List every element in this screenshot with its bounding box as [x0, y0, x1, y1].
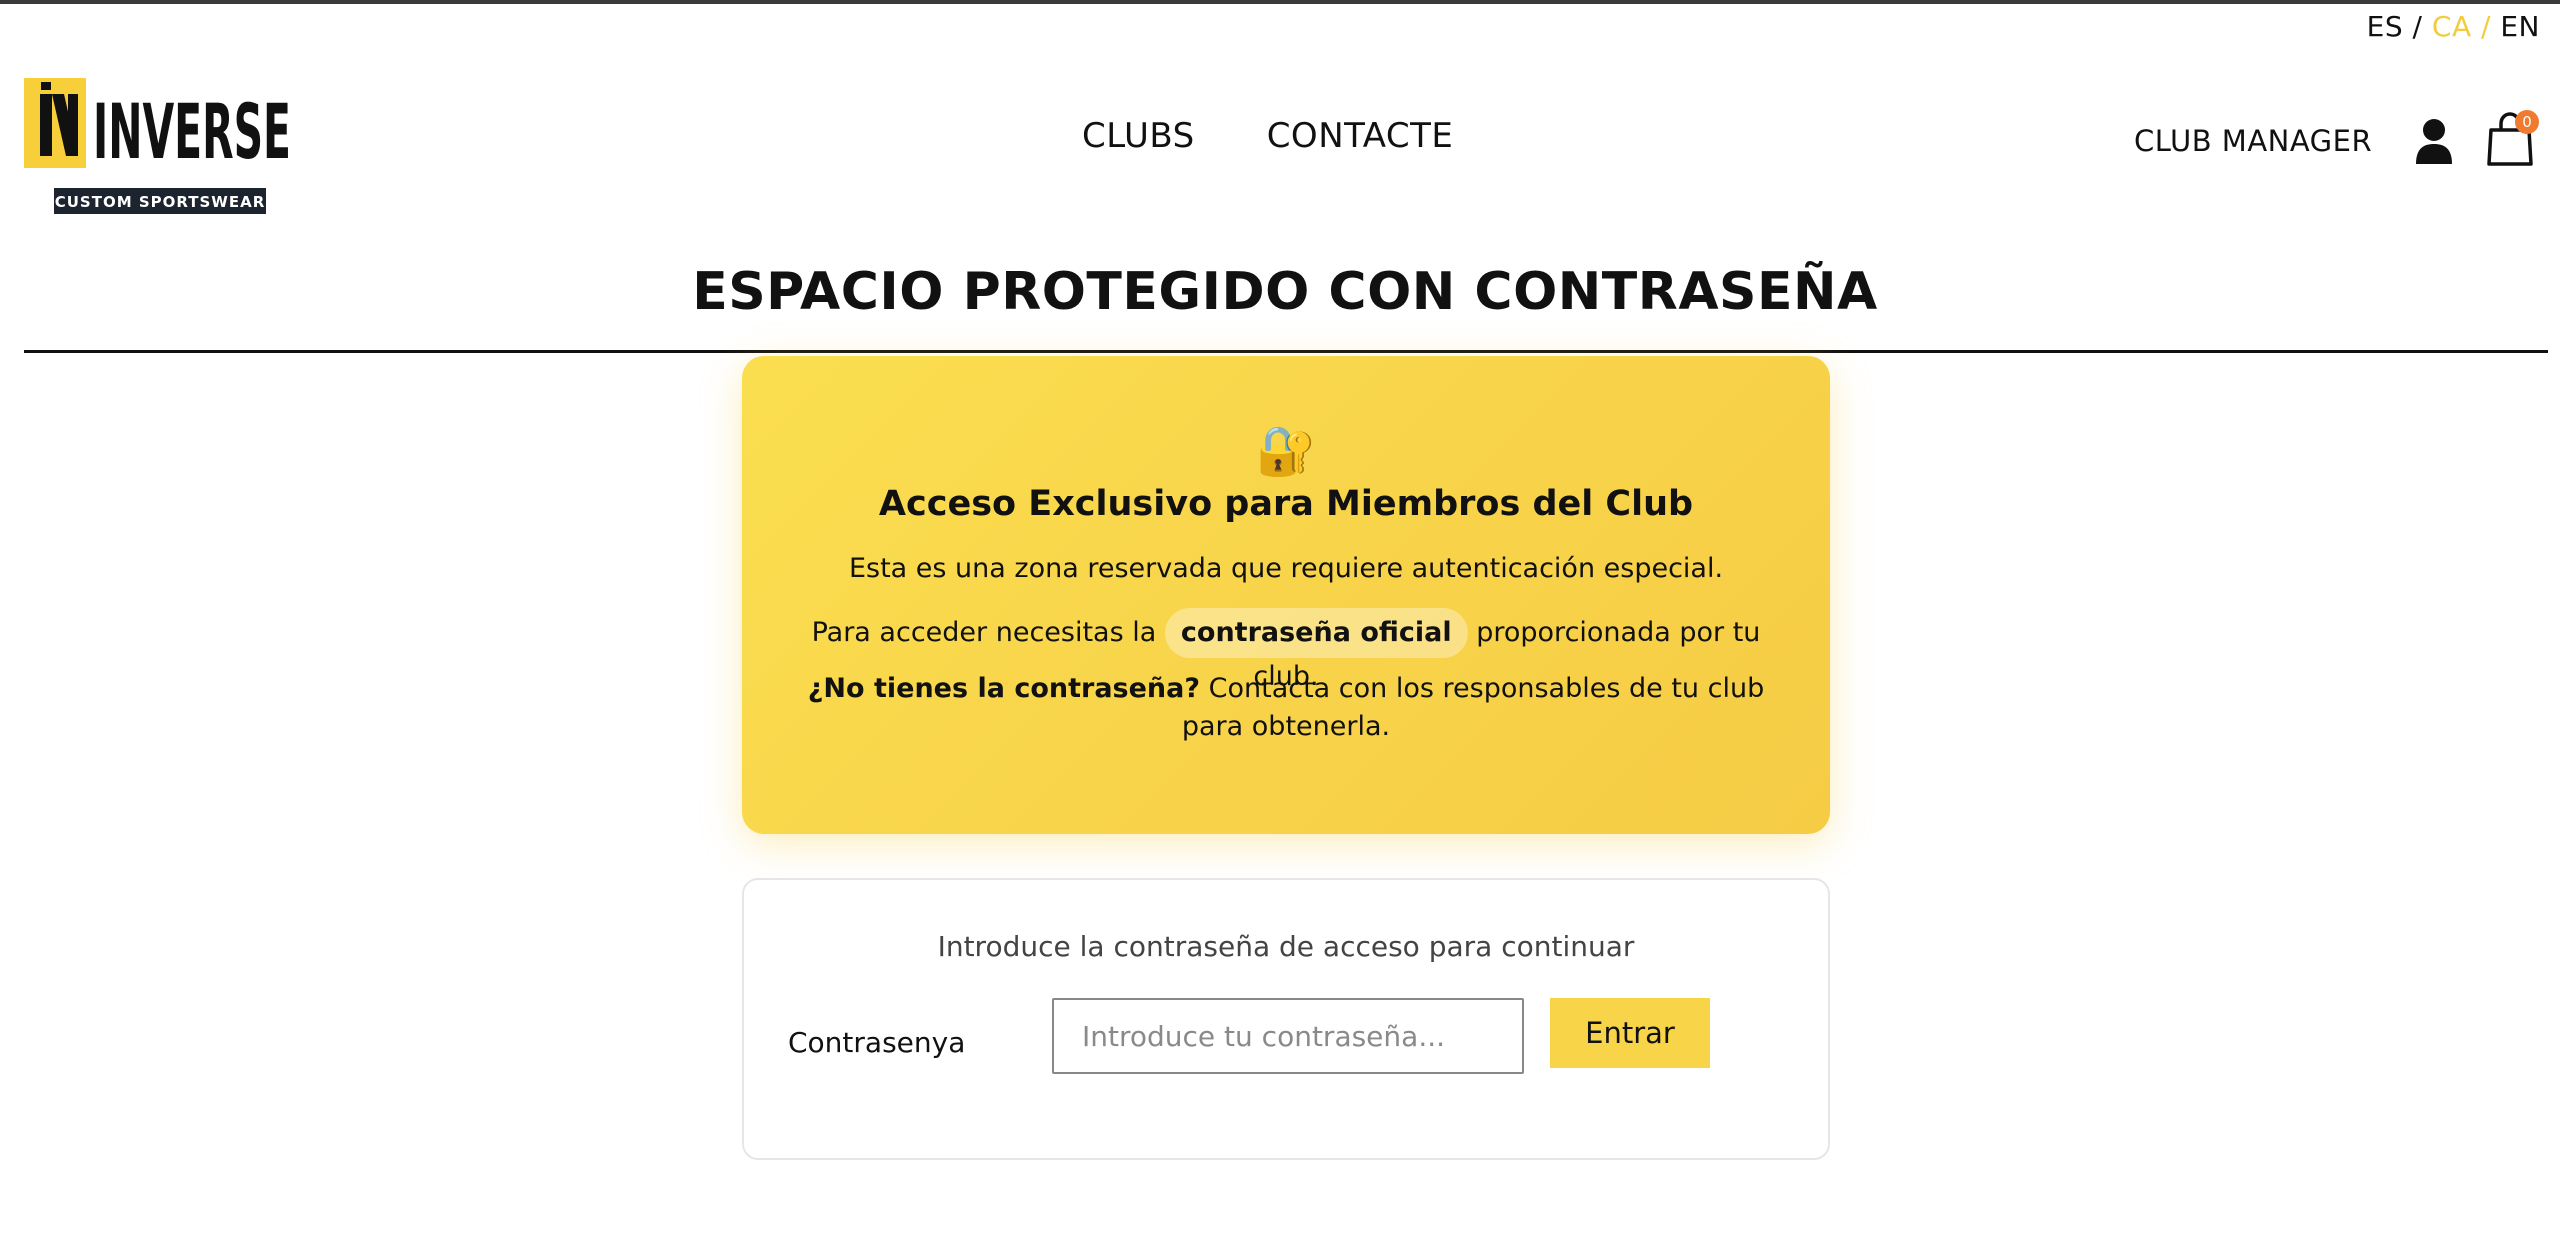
- password-form-hint: Introduce la contraseña de acceso para c…: [937, 930, 1635, 963]
- notice-line-2-start: Para acceder necesitas la: [811, 617, 1157, 648]
- enter-button[interactable]: Entrar: [1550, 998, 1710, 1068]
- language-switcher: ES / CA / EN: [2367, 10, 2540, 43]
- logo-wordmark: INVERSE: [93, 87, 291, 176]
- main-nav: CLUBS CONTACTE: [1082, 116, 1453, 156]
- password-label: Contrasenya: [788, 1026, 966, 1059]
- lang-separator: /: [2481, 10, 2491, 43]
- nav-clubs[interactable]: CLUBS: [1082, 116, 1195, 156]
- logo-tagline: CUSTOM SPORTSWEAR: [55, 193, 266, 211]
- lang-ca[interactable]: CA: [2432, 10, 2472, 43]
- official-password-highlight: contraseña oficial: [1164, 608, 1468, 658]
- lang-separator: /: [2412, 10, 2423, 43]
- lang-en[interactable]: EN: [2500, 10, 2540, 43]
- page-title: ESPACIO PROTEGIDO CON CONTRASEÑA: [692, 262, 1878, 322]
- club-manager-link[interactable]: CLUB MANAGER: [2134, 124, 2372, 158]
- notice-line-1: Esta es una zona reservada que requiere …: [848, 553, 1724, 584]
- lock-with-key-icon: 🔐: [1256, 423, 1316, 479]
- contact-club-text: Contacta con los responsables de tu club…: [1181, 673, 1765, 742]
- lang-es[interactable]: ES: [2367, 10, 2403, 43]
- title-divider: [24, 350, 2548, 353]
- password-form: Introduce la contraseña de acceso para c…: [742, 878, 1830, 1160]
- notice-heading: Acceso Exclusivo para Miembros del Club: [878, 484, 1694, 524]
- inverse-logo[interactable]: INVERSE CUSTOM SPORTSWEAR: [24, 78, 298, 216]
- exclusive-access-notice: 🔐 Acceso Exclusivo para Miembros del Clu…: [742, 356, 1830, 834]
- no-password-question: ¿No tienes la contraseña?: [807, 673, 1201, 704]
- top-border: [0, 0, 2560, 4]
- cart-count-badge: 0: [2515, 110, 2539, 134]
- nav-contacte[interactable]: CONTACTE: [1267, 116, 1454, 156]
- user-icon[interactable]: [2414, 118, 2454, 164]
- password-input[interactable]: [1052, 998, 1524, 1074]
- notice-line-3: ¿No tienes la contraseña? Contacta con l…: [802, 670, 1770, 746]
